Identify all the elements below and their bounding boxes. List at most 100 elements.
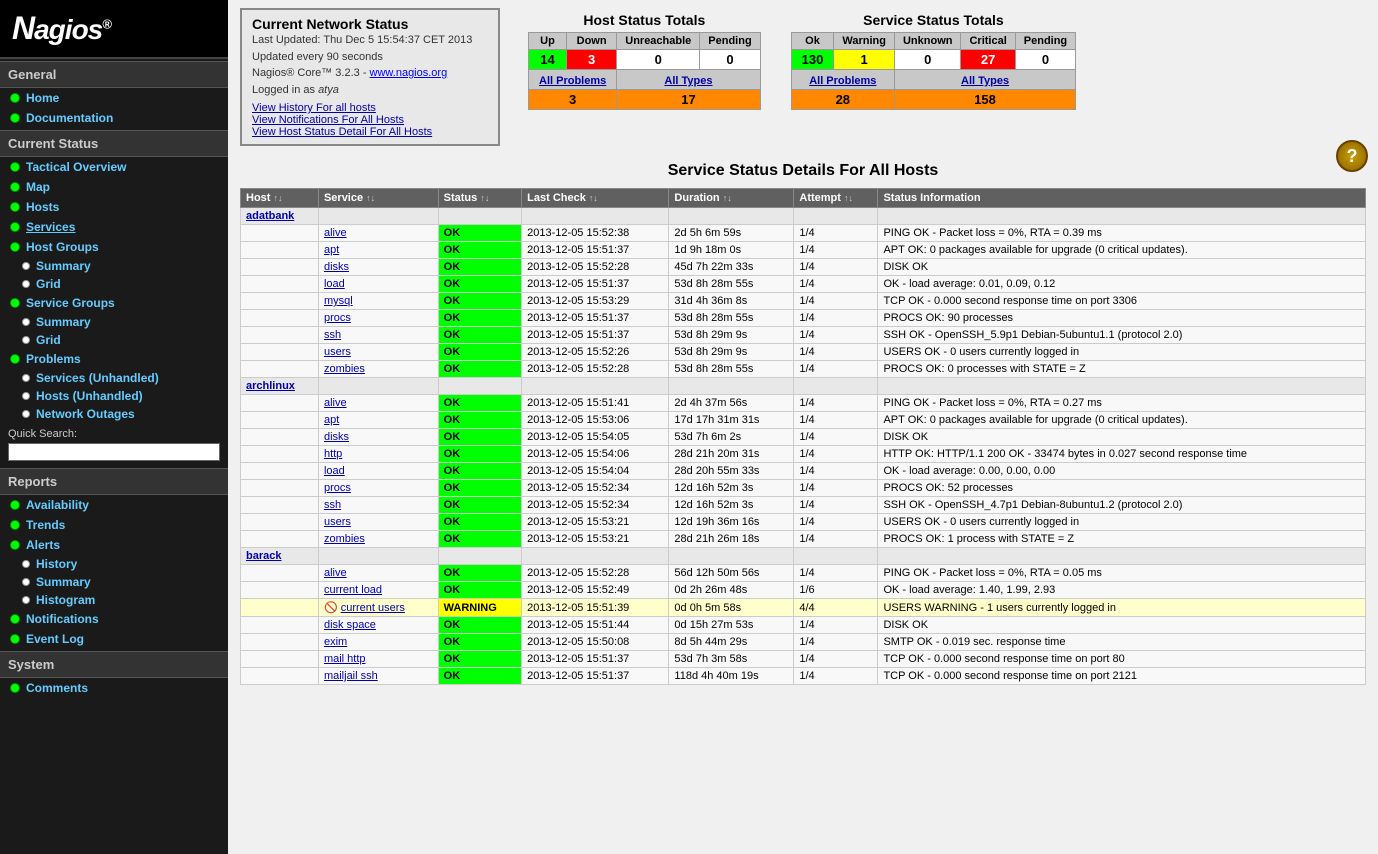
sidebar-item-availability[interactable]: Availability <box>0 495 228 515</box>
sidebar-item-label: Host Groups <box>26 240 99 254</box>
table-row: alive OK 2013-12-05 15:52:28 56d 12h 50m… <box>241 565 1366 582</box>
sidebar-item-alerts-history[interactable]: History <box>0 555 228 573</box>
sidebar-item-notifications[interactable]: Notifications <box>0 609 228 629</box>
svc-col-critical: Critical <box>961 33 1015 50</box>
service-link[interactable]: zombies <box>324 363 365 375</box>
table-row: zombies OK 2013-12-05 15:52:28 53d 8h 28… <box>241 361 1366 378</box>
host-all-problems-link[interactable]: All Problems <box>529 70 617 90</box>
host-link[interactable]: barack <box>246 550 281 562</box>
sidebar-item-service-groups-summary[interactable]: Summary <box>0 313 228 331</box>
table-row: apt OK 2013-12-05 15:53:06 17d 17h 31m 3… <box>241 412 1366 429</box>
sidebar-item-documentation[interactable]: Documentation <box>0 108 228 128</box>
host-link[interactable]: archlinux <box>246 380 295 392</box>
sidebar-item-hosts-unhandled[interactable]: Hosts (Unhandled) <box>0 387 228 405</box>
sidebar-item-label: Alerts <box>26 538 60 552</box>
sidebar-item-label: Map <box>26 180 50 194</box>
nagios-link[interactable]: www.nagios.org <box>370 67 448 79</box>
sidebar-item-label: Services <box>26 220 75 234</box>
col-last-check[interactable]: Last Check ↑↓ <box>522 189 669 208</box>
service-link[interactable]: ssh <box>324 499 341 511</box>
sidebar-item-host-groups[interactable]: Host Groups <box>0 237 228 257</box>
sidebar-item-event-log[interactable]: Event Log <box>0 629 228 649</box>
service-link[interactable]: load <box>324 278 345 290</box>
view-host-status-link[interactable]: View Host Status Detail For All Hosts <box>252 126 488 138</box>
service-link[interactable]: users <box>324 516 351 528</box>
last-updated: Last Updated: Thu Dec 5 15:54:37 CET 201… <box>252 34 472 46</box>
service-link[interactable]: procs <box>324 312 351 324</box>
dot-icon <box>10 222 20 232</box>
sidebar-item-alerts-histogram[interactable]: Histogram <box>0 591 228 609</box>
sidebar-item-map[interactable]: Map <box>0 177 228 197</box>
sidebar-item-services[interactable]: Services <box>0 217 228 237</box>
sidebar-item-label: Comments <box>26 681 88 695</box>
svc-col-ok: Ok <box>791 33 834 50</box>
svc-problems-val: 28 <box>791 90 894 110</box>
service-link[interactable]: mysql <box>324 295 353 307</box>
sidebar-item-label: Availability <box>26 498 89 512</box>
service-link[interactable]: alive <box>324 397 347 409</box>
logged-in: Logged in as atya <box>252 84 339 96</box>
service-link[interactable]: procs <box>324 482 351 494</box>
service-link[interactable]: disks <box>324 261 349 273</box>
sidebar-item-hosts[interactable]: Hosts <box>0 197 228 217</box>
search-input[interactable] <box>8 443 220 461</box>
host-col-unreachable: Unreachable <box>617 33 700 50</box>
table-host-row: barack <box>241 548 1366 565</box>
service-link[interactable]: current load <box>324 584 382 596</box>
sidebar-item-home[interactable]: Home <box>0 88 228 108</box>
col-service[interactable]: Service ↑↓ <box>318 189 438 208</box>
sidebar-item-host-groups-summary[interactable]: Summary <box>0 257 228 275</box>
service-link[interactable]: current users <box>341 602 405 614</box>
dot-icon <box>10 93 20 103</box>
service-link[interactable]: ssh <box>324 329 341 341</box>
service-link[interactable]: mail http <box>324 653 366 665</box>
service-link[interactable]: disk space <box>324 619 376 631</box>
table-row: procs OK 2013-12-05 15:52:34 12d 16h 52m… <box>241 480 1366 497</box>
col-attempt[interactable]: Attempt ↑↓ <box>794 189 878 208</box>
help-button[interactable]: ? <box>1336 140 1368 172</box>
service-link[interactable]: alive <box>324 227 347 239</box>
dot-icon <box>22 318 30 326</box>
quick-search-label: Quick Search: <box>8 428 220 440</box>
table-row: disk space OK 2013-12-05 15:51:44 0d 15h… <box>241 617 1366 634</box>
view-notifications-link[interactable]: View Notifications For All Hosts <box>252 114 488 126</box>
svc-all-types-link[interactable]: All Types <box>894 70 1075 90</box>
service-link[interactable]: users <box>324 346 351 358</box>
svc-all-problems-link[interactable]: All Problems <box>791 70 894 90</box>
service-link[interactable]: apt <box>324 244 339 256</box>
service-link[interactable]: apt <box>324 414 339 426</box>
sidebar-item-services-unhandled[interactable]: Services (Unhandled) <box>0 369 228 387</box>
col-status[interactable]: Status ↑↓ <box>438 189 522 208</box>
service-link[interactable]: exim <box>324 636 347 648</box>
view-history-link[interactable]: View History For all hosts <box>252 102 488 114</box>
col-duration[interactable]: Duration ↑↓ <box>669 189 794 208</box>
service-link[interactable]: load <box>324 465 345 477</box>
table-row: procs OK 2013-12-05 15:51:37 53d 8h 28m … <box>241 310 1366 327</box>
sidebar-item-host-groups-grid[interactable]: Grid <box>0 275 228 293</box>
status-cell: OK <box>438 293 522 310</box>
dot-icon <box>22 392 30 400</box>
col-status-info: Status Information <box>878 189 1366 208</box>
sidebar-item-network-outages[interactable]: Network Outages <box>0 405 228 423</box>
status-cell: OK <box>438 429 522 446</box>
dot-icon <box>10 634 20 644</box>
service-link[interactable]: mailjail ssh <box>324 670 378 682</box>
sidebar-item-tactical-overview[interactable]: Tactical Overview <box>0 157 228 177</box>
status-cell: OK <box>438 225 522 242</box>
sidebar-item-trends[interactable]: Trends <box>0 515 228 535</box>
sidebar-item-service-groups-grid[interactable]: Grid <box>0 331 228 349</box>
host-all-types-link[interactable]: All Types <box>617 70 760 90</box>
service-link[interactable]: disks <box>324 431 349 443</box>
sidebar-item-problems[interactable]: Problems <box>0 349 228 369</box>
col-host[interactable]: Host ↑↓ <box>241 189 319 208</box>
dot-icon <box>10 162 20 172</box>
service-link[interactable]: alive <box>324 567 347 579</box>
service-link[interactable]: zombies <box>324 533 365 545</box>
service-link[interactable]: http <box>324 448 342 460</box>
quick-search-area: Quick Search: <box>0 423 228 466</box>
host-link[interactable]: adatbank <box>246 210 294 222</box>
sidebar-item-alerts-summary[interactable]: Summary <box>0 573 228 591</box>
sidebar-item-service-groups[interactable]: Service Groups <box>0 293 228 313</box>
sidebar-item-alerts[interactable]: Alerts <box>0 535 228 555</box>
sidebar-item-comments[interactable]: Comments <box>0 678 228 698</box>
